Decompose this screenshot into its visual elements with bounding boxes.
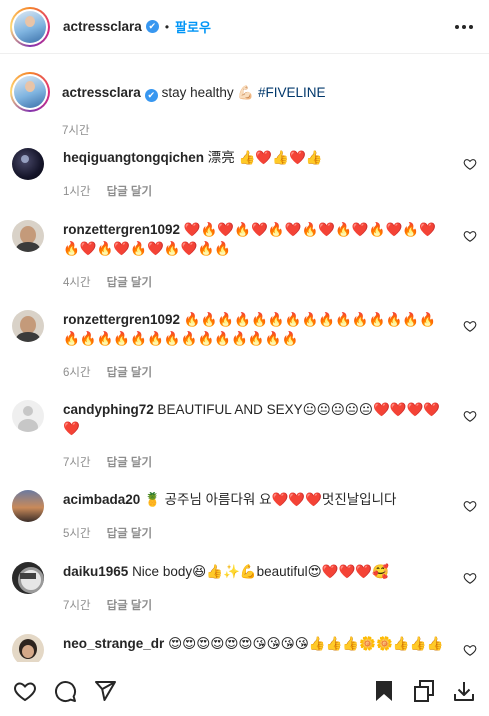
comments-panel[interactable]: actressclara ✔ stay healthy 💪🏻 #FIVELINE …	[0, 54, 489, 662]
commenter-username[interactable]: heqiguangtongqichen	[63, 150, 204, 165]
commenter-avatar[interactable]	[12, 634, 44, 662]
reply-button[interactable]: 답글 달기	[107, 183, 153, 199]
reply-button[interactable]: 답글 달기	[107, 597, 153, 613]
commenter-avatar[interactable]	[12, 148, 44, 180]
commenter-username[interactable]: ronzettergren1092	[63, 312, 180, 327]
comment-text: 🍍 공주님 아름다워 요❤️❤️❤️멋진날입니다	[144, 492, 397, 507]
download-icon[interactable]	[451, 678, 477, 704]
commenter-username[interactable]: neo_strange_dr	[63, 636, 164, 651]
caption-avatar[interactable]	[10, 72, 50, 112]
post-header: actressclara ✔ • 팔로우	[0, 0, 489, 54]
separator-dot: •	[164, 19, 170, 34]
commenter-username[interactable]: candyphing72	[63, 402, 154, 417]
caption-text: actressclara ✔ stay healthy 💪🏻 #FIVELINE	[62, 72, 325, 112]
caption-hashtag[interactable]: #FIVELINE	[258, 85, 326, 100]
post-caption: actressclara ✔ stay healthy 💪🏻 #FIVELINE …	[10, 72, 470, 138]
post-actions-bar	[0, 666, 489, 716]
comment-text: 😍😍😍😍😍😍😘😘😘😘👍👍👍🌼🌼👍👍👍	[168, 636, 444, 651]
commenter-username[interactable]: daiku1965	[63, 564, 128, 579]
bookmark-icon[interactable]	[371, 678, 397, 704]
like-comment-heart-icon[interactable]	[463, 319, 477, 333]
reply-button[interactable]: 답글 달기	[107, 274, 153, 290]
commenter-avatar[interactable]	[12, 220, 44, 252]
copy-icon[interactable]	[411, 678, 437, 704]
commenter-username[interactable]: acimbada20	[63, 492, 140, 507]
like-comment-heart-icon[interactable]	[463, 643, 477, 657]
caption-username[interactable]: actressclara	[62, 85, 141, 100]
commenter-username[interactable]: ronzettergren1092	[63, 222, 180, 237]
comment-time: 6시간	[63, 367, 91, 379]
follow-button[interactable]: 팔로우	[175, 17, 211, 36]
caption-time: 7시간	[62, 125, 90, 137]
share-icon[interactable]	[92, 678, 118, 704]
commenter-avatar[interactable]	[12, 400, 44, 432]
comment-item: neo_strange_dr 😍😍😍😍😍😍😘😘😘😘👍👍👍🌼🌼👍👍👍	[12, 634, 477, 662]
reply-button[interactable]: 답글 달기	[107, 454, 153, 470]
author-username[interactable]: actressclara	[63, 19, 142, 34]
comment-item: ronzettergren1092 🔥🔥🔥🔥🔥🔥🔥🔥🔥🔥🔥🔥🔥🔥🔥🔥🔥🔥🔥🔥🔥🔥…	[12, 310, 477, 380]
commenter-avatar[interactable]	[12, 562, 44, 594]
verified-badge-icon: ✔	[145, 20, 159, 33]
caption-photo	[14, 76, 46, 108]
comment-item: heqiguangtongqichen 漂亮 👍❤️👍❤️👍 1시간 답글 달기	[12, 148, 477, 199]
commenter-avatar[interactable]	[12, 490, 44, 522]
commenter-avatar[interactable]	[12, 310, 44, 342]
reply-button[interactable]: 답글 달기	[107, 364, 153, 380]
reply-button[interactable]: 답글 달기	[107, 525, 153, 541]
comment-item: acimbada20 🍍 공주님 아름다워 요❤️❤️❤️멋진날입니다 5시간 답…	[12, 490, 477, 541]
comment-time: 7시간	[63, 457, 91, 469]
like-comment-heart-icon[interactable]	[463, 571, 477, 585]
comment-item: ronzettergren1092 ❤️🔥❤️🔥❤️🔥❤️🔥❤️🔥❤️🔥❤️🔥❤…	[12, 220, 477, 290]
comment-time: 1시간	[63, 186, 91, 198]
comment-text: 漂亮 👍❤️👍❤️👍	[207, 150, 323, 165]
comment-icon[interactable]	[52, 678, 78, 704]
comment-time: 7시간	[63, 600, 91, 612]
author-photo	[14, 10, 46, 43]
caption-body: stay healthy 💪🏻	[161, 85, 258, 100]
like-comment-heart-icon[interactable]	[463, 157, 477, 171]
verified-badge-icon: ✔	[144, 88, 158, 102]
like-comment-heart-icon[interactable]	[463, 229, 477, 243]
like-heart-icon[interactable]	[12, 678, 38, 704]
comment-time: 4시간	[63, 277, 91, 289]
like-comment-heart-icon[interactable]	[463, 499, 477, 513]
author-avatar[interactable]	[10, 6, 50, 47]
comment-item: candyphing72 BEAUTIFUL AND SEXY😐😐😐😐😐❤️❤️…	[12, 400, 477, 470]
like-comment-heart-icon[interactable]	[463, 409, 477, 423]
comment-item: daiku1965 Nice body😆👍✨💪beautiful😍❤️❤️❤️🥰…	[12, 562, 477, 613]
comment-time: 5시간	[63, 528, 91, 540]
more-options-icon[interactable]	[451, 21, 477, 33]
comment-text: Nice body😆👍✨💪beautiful😍❤️❤️❤️🥰	[132, 564, 389, 579]
